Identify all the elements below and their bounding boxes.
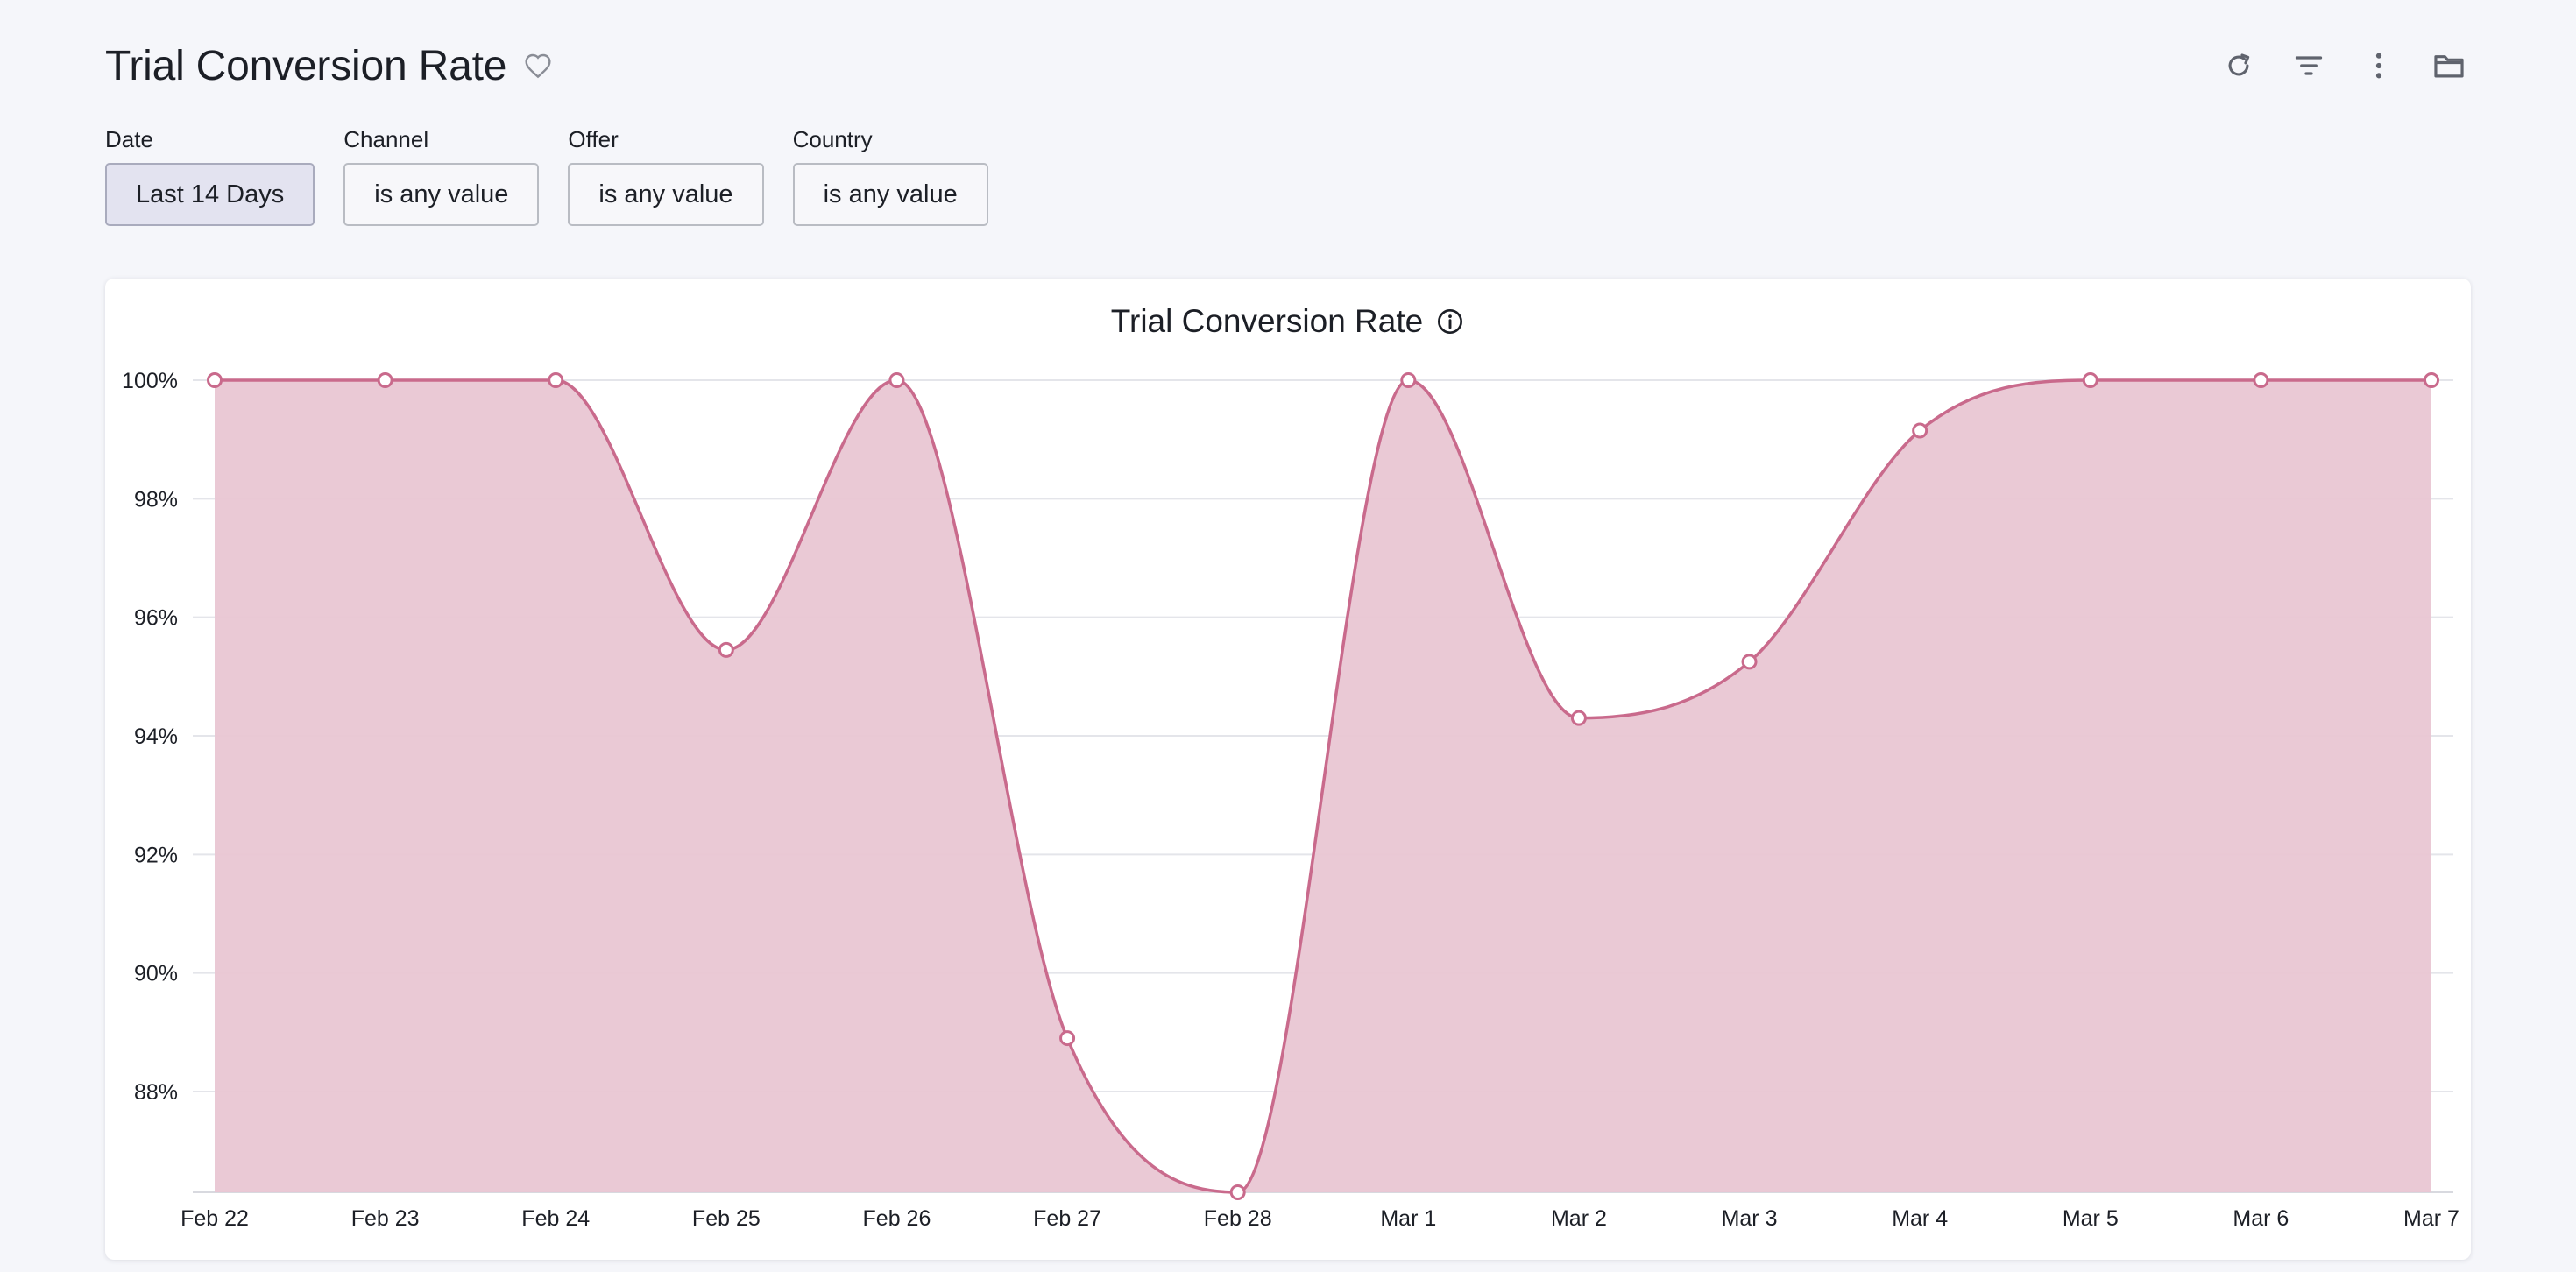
country-filter-button[interactable]: is any value bbox=[792, 163, 988, 226]
data-point[interactable] bbox=[2082, 372, 2098, 388]
offer-filter-button[interactable]: is any value bbox=[568, 163, 764, 226]
x-tick-label: Mar 5 bbox=[2063, 1206, 2119, 1231]
y-tick-label: 94% bbox=[134, 724, 178, 749]
x-tick-label: Feb 24 bbox=[521, 1206, 590, 1231]
folder-icon[interactable] bbox=[2427, 44, 2471, 88]
x-tick-label: Mar 7 bbox=[2403, 1206, 2459, 1231]
data-point[interactable] bbox=[1229, 1184, 1246, 1200]
x-tick-label: Mar 1 bbox=[1380, 1206, 1436, 1231]
date-filter-button[interactable]: Last 14 Days bbox=[105, 163, 315, 226]
more-vertical-icon[interactable] bbox=[2357, 44, 2401, 88]
chart-card: 88% 90% 92% 94% 96% 98% 100% Feb 22 Feb 23 Feb 24… bbox=[105, 279, 2471, 1260]
data-point[interactable] bbox=[2253, 372, 2269, 388]
x-tick-label: Feb 27 bbox=[1033, 1206, 1101, 1231]
header: Trial Conversion Rate bbox=[105, 35, 2471, 96]
data-point[interactable] bbox=[1400, 372, 1417, 388]
channel-filter-button[interactable]: is any value bbox=[343, 163, 540, 226]
x-tick-label: Feb 23 bbox=[351, 1206, 420, 1231]
data-point[interactable] bbox=[377, 372, 393, 388]
x-tick-label: Feb 25 bbox=[692, 1206, 761, 1231]
filter-label: Date bbox=[105, 126, 153, 152]
toolbar bbox=[2190, 44, 2471, 88]
data-point[interactable] bbox=[2424, 372, 2439, 388]
x-tick-label: Mar 6 bbox=[2233, 1206, 2289, 1231]
data-point[interactable] bbox=[888, 372, 905, 388]
x-tick-label: Mar 4 bbox=[1892, 1206, 1948, 1231]
filter-bar: Date Last 14 Days Channel is any value O… bbox=[105, 126, 1017, 226]
y-tick-label: 92% bbox=[134, 843, 178, 867]
data-point[interactable] bbox=[718, 641, 734, 658]
y-tick-label: 96% bbox=[134, 606, 178, 631]
chart-header: Trial Conversion Rate bbox=[105, 300, 2471, 343]
data-point[interactable] bbox=[1912, 422, 1928, 439]
page-title: Trial Conversion Rate bbox=[105, 42, 507, 89]
y-tick-label: 90% bbox=[134, 962, 178, 986]
x-tick-label: Mar 2 bbox=[1551, 1206, 1607, 1231]
conversion-area-chart[interactable]: 88% 90% 92% 94% 96% 98% 100% Feb 22 Feb 23 Feb 24… bbox=[105, 279, 2471, 1260]
x-tick-label: Mar 3 bbox=[1722, 1206, 1778, 1231]
refresh-icon[interactable] bbox=[2217, 44, 2261, 88]
y-tick-label: 88% bbox=[134, 1080, 178, 1105]
data-point[interactable] bbox=[548, 372, 564, 388]
heart-icon[interactable] bbox=[522, 50, 554, 81]
x-tick-label: Feb 26 bbox=[863, 1206, 931, 1231]
y-tick-label: 100% bbox=[122, 369, 178, 393]
data-point[interactable] bbox=[1570, 710, 1587, 726]
filter-country: Country is any value bbox=[792, 126, 988, 226]
filter-label: Offer bbox=[568, 126, 619, 152]
info-icon[interactable] bbox=[1435, 307, 1465, 336]
filter-offer: Offer is any value bbox=[568, 126, 764, 226]
data-point[interactable] bbox=[1741, 654, 1758, 670]
filter-channel: Channel is any value bbox=[343, 126, 540, 226]
filter-date: Date Last 14 Days bbox=[105, 126, 315, 226]
filter-label: Country bbox=[792, 126, 873, 152]
x-tick-label: Feb 22 bbox=[180, 1206, 249, 1231]
data-point[interactable] bbox=[1059, 1030, 1076, 1047]
x-tick-label: Feb 28 bbox=[1204, 1206, 1272, 1231]
data-point[interactable] bbox=[207, 372, 223, 388]
filter-label: Channel bbox=[343, 126, 429, 152]
y-tick-label: 98% bbox=[134, 487, 178, 512]
filter-icon[interactable] bbox=[2287, 44, 2331, 88]
chart-title: Trial Conversion Rate bbox=[1110, 303, 1424, 339]
